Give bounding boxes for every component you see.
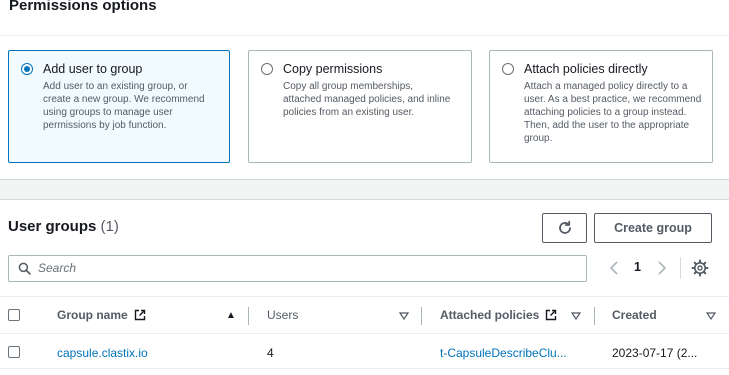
option-add-user-to-group[interactable]: Add user to group Add user to an existin…	[8, 50, 230, 163]
column-users[interactable]: Users	[267, 308, 298, 322]
permissions-panel: Permissions options Add user to group Ad…	[0, 0, 729, 180]
column-divider	[248, 307, 249, 325]
user-groups-title: User groups (1)	[8, 218, 119, 235]
pager-divider	[680, 257, 681, 279]
column-label: Attached policies	[440, 308, 540, 322]
permissions-title: Permissions options	[9, 0, 157, 14]
column-created[interactable]: Created	[612, 308, 657, 322]
option-title: Attach policies directly	[524, 62, 648, 76]
table-header: Group name ▲ Users Attached policies Cre…	[0, 296, 729, 334]
users-count: 4	[267, 346, 274, 360]
row-checkbox[interactable]	[8, 346, 20, 358]
user-groups-label: User groups	[8, 218, 97, 235]
column-divider	[421, 307, 422, 325]
column-label: Users	[267, 308, 299, 322]
radio-add-user-to-group[interactable]	[21, 63, 33, 75]
option-title: Copy permissions	[283, 62, 383, 76]
user-groups-panel: User groups (1) Create group Search 1 Gr…	[0, 199, 729, 375]
option-description: Add user to an existing group, or create…	[43, 81, 205, 131]
chevron-right-icon[interactable]	[655, 258, 669, 278]
gear-icon[interactable]	[691, 259, 709, 277]
sort-down-icon[interactable]	[399, 312, 409, 320]
group-name-link[interactable]: capsule.clastix.io	[57, 346, 148, 360]
chevron-left-icon[interactable]	[607, 258, 621, 278]
column-group-name[interactable]: Group name	[57, 308, 146, 322]
created-date: 2023-07-17 (2...	[612, 346, 698, 360]
external-link-icon	[546, 309, 557, 321]
sort-down-icon[interactable]	[571, 312, 581, 320]
option-description: Attach a managed policy directly to a us…	[524, 81, 702, 144]
divider	[0, 35, 729, 36]
column-label: Group name	[57, 308, 128, 322]
attached-policies-link[interactable]: t-CapsuleDescribeClu...	[440, 346, 567, 360]
column-divider	[594, 307, 595, 325]
option-copy-permissions[interactable]: Copy permissions Copy all group membersh…	[248, 50, 472, 163]
page-number[interactable]: 1	[634, 260, 641, 274]
select-all-checkbox[interactable]	[8, 309, 20, 321]
column-label: Created	[612, 308, 657, 322]
sort-up-icon[interactable]: ▲	[226, 310, 236, 321]
option-attach-policies-directly[interactable]: Attach policies directly Attach a manage…	[489, 50, 713, 163]
option-title: Add user to group	[43, 62, 143, 76]
search-icon	[18, 262, 31, 275]
option-description: Copy all group memberships, attached man…	[283, 81, 451, 118]
radio-copy-permissions[interactable]	[261, 63, 273, 75]
external-link-icon	[134, 309, 145, 321]
create-group-button[interactable]: Create group	[594, 213, 712, 243]
table-row: capsule.clastix.io 4 t-CapsuleDescribeCl…	[0, 335, 729, 369]
user-groups-count: (1)	[100, 218, 119, 235]
search-box[interactable]: Search	[8, 255, 587, 282]
search-input[interactable]: Search	[38, 261, 76, 275]
radio-attach-policies-directly[interactable]	[502, 63, 514, 75]
refresh-button[interactable]	[542, 213, 587, 243]
sort-down-icon[interactable]	[706, 312, 716, 320]
refresh-icon	[558, 220, 571, 234]
column-attached-policies[interactable]: Attached policies	[440, 308, 557, 322]
